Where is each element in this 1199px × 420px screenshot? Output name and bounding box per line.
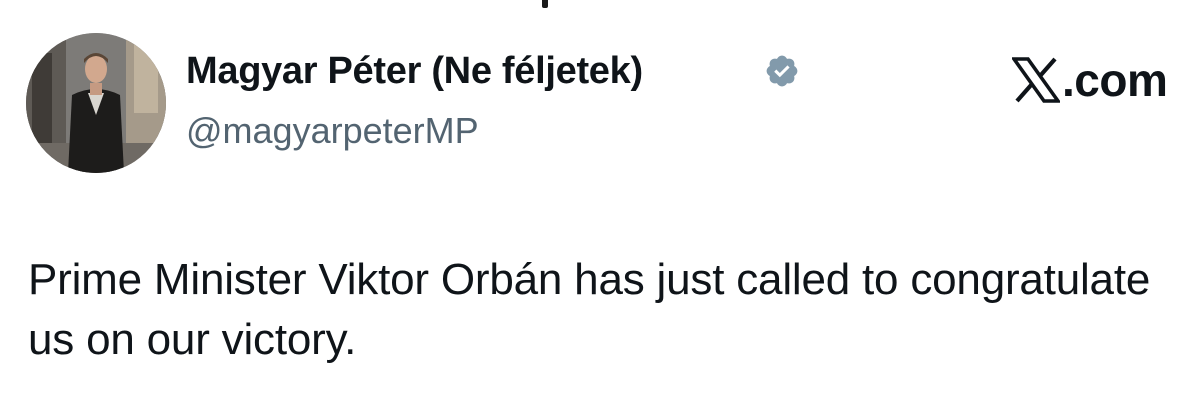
x-logo-icon [1012,57,1060,103]
source-label: .com [1062,54,1168,106]
verified-badge-icon [764,53,800,89]
author-handle[interactable]: @magyarpeterMP [186,108,479,154]
avatar[interactable] [26,33,166,173]
x-com-logo: .com [1012,52,1168,108]
tweet-text: Prime Minister Viktor Orbán has just cal… [28,255,1151,364]
cropped-mark [542,0,548,8]
avatar-image [26,33,166,173]
author-display-name[interactable]: Magyar Péter (Ne féljetek) [186,46,643,96]
